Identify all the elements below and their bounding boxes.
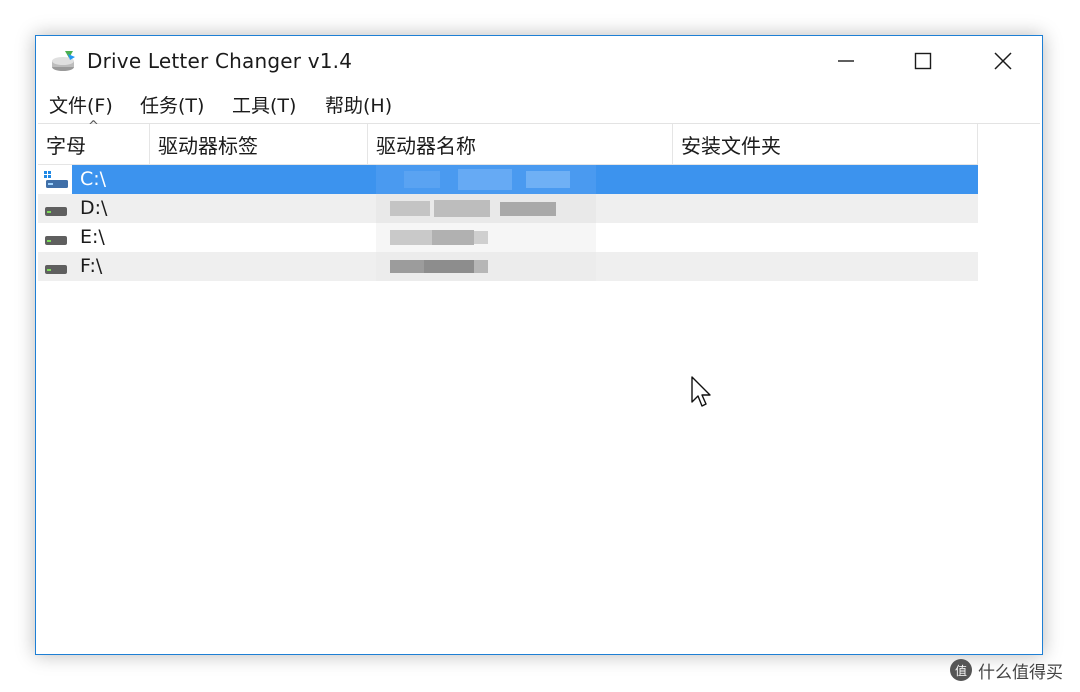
drive-name-blurred	[376, 252, 596, 281]
drive-name-blurred	[376, 194, 596, 223]
watermark-badge: 值	[950, 659, 972, 681]
drive-name-blurred	[376, 165, 596, 194]
drive-letter: E:\	[80, 226, 105, 248]
table-row[interactable]: F:\	[38, 252, 978, 281]
drive-name-blurred	[376, 223, 596, 252]
table-row[interactable]: C:\	[38, 165, 978, 194]
column-drive-name-label: 驱动器名称	[376, 134, 476, 158]
menu-help[interactable]: 帮助(H)	[323, 92, 394, 120]
window-title: Drive Letter Changer v1.4	[87, 49, 353, 73]
watermark-text: 什么值得买	[978, 662, 1063, 683]
list-header: ^ 字母 驱动器标签 驱动器名称 安装文件夹	[38, 120, 978, 165]
system-drive-icon	[44, 171, 68, 188]
table-row[interactable]: E:\	[38, 223, 978, 252]
drive-letter: F:\	[80, 255, 103, 277]
hard-drive-icon	[45, 207, 67, 216]
app-window: Drive Letter Changer v1.4 文件(F) 任务(T) 工具…	[35, 35, 1043, 655]
hard-drive-icon	[45, 236, 67, 245]
table-row[interactable]: D:\	[38, 194, 978, 223]
column-drive-label-label: 驱动器标签	[158, 134, 258, 158]
column-letter-label: 字母	[46, 134, 86, 158]
menu-file[interactable]: 文件(F)	[47, 92, 115, 120]
drive-letter: D:\	[80, 197, 108, 219]
drive-letter-changer-icon	[52, 51, 75, 71]
drive-list[interactable]: ^ 字母 驱动器标签 驱动器名称 安装文件夹 C:\ D:\ E:\ F:\	[38, 120, 1040, 654]
drive-letter: C:\	[80, 168, 107, 190]
menu-bar: 文件(F) 任务(T) 工具(T) 帮助(H)	[36, 92, 1042, 122]
close-button[interactable]	[980, 36, 1026, 86]
sort-ascending-icon: ^	[88, 119, 99, 134]
column-drive-name[interactable]: 驱动器名称	[368, 124, 673, 164]
column-drive-label[interactable]: 驱动器标签	[150, 124, 368, 164]
menu-task[interactable]: 任务(T)	[138, 92, 206, 120]
menu-tools[interactable]: 工具(T)	[230, 92, 298, 120]
column-letter[interactable]: ^ 字母	[38, 120, 150, 164]
column-mount-folder-label: 安装文件夹	[681, 134, 781, 158]
maximize-button[interactable]	[900, 36, 946, 86]
minimize-icon	[838, 60, 854, 62]
close-icon	[994, 52, 1012, 70]
column-mount-folder[interactable]: 安装文件夹	[673, 124, 978, 164]
title-bar[interactable]: Drive Letter Changer v1.4	[36, 36, 1042, 88]
minimize-button[interactable]	[823, 36, 869, 86]
hard-drive-icon	[45, 265, 67, 274]
maximize-icon	[914, 52, 932, 70]
mouse-cursor-icon	[691, 376, 711, 407]
watermark: 值 什么值得买	[950, 656, 1063, 684]
